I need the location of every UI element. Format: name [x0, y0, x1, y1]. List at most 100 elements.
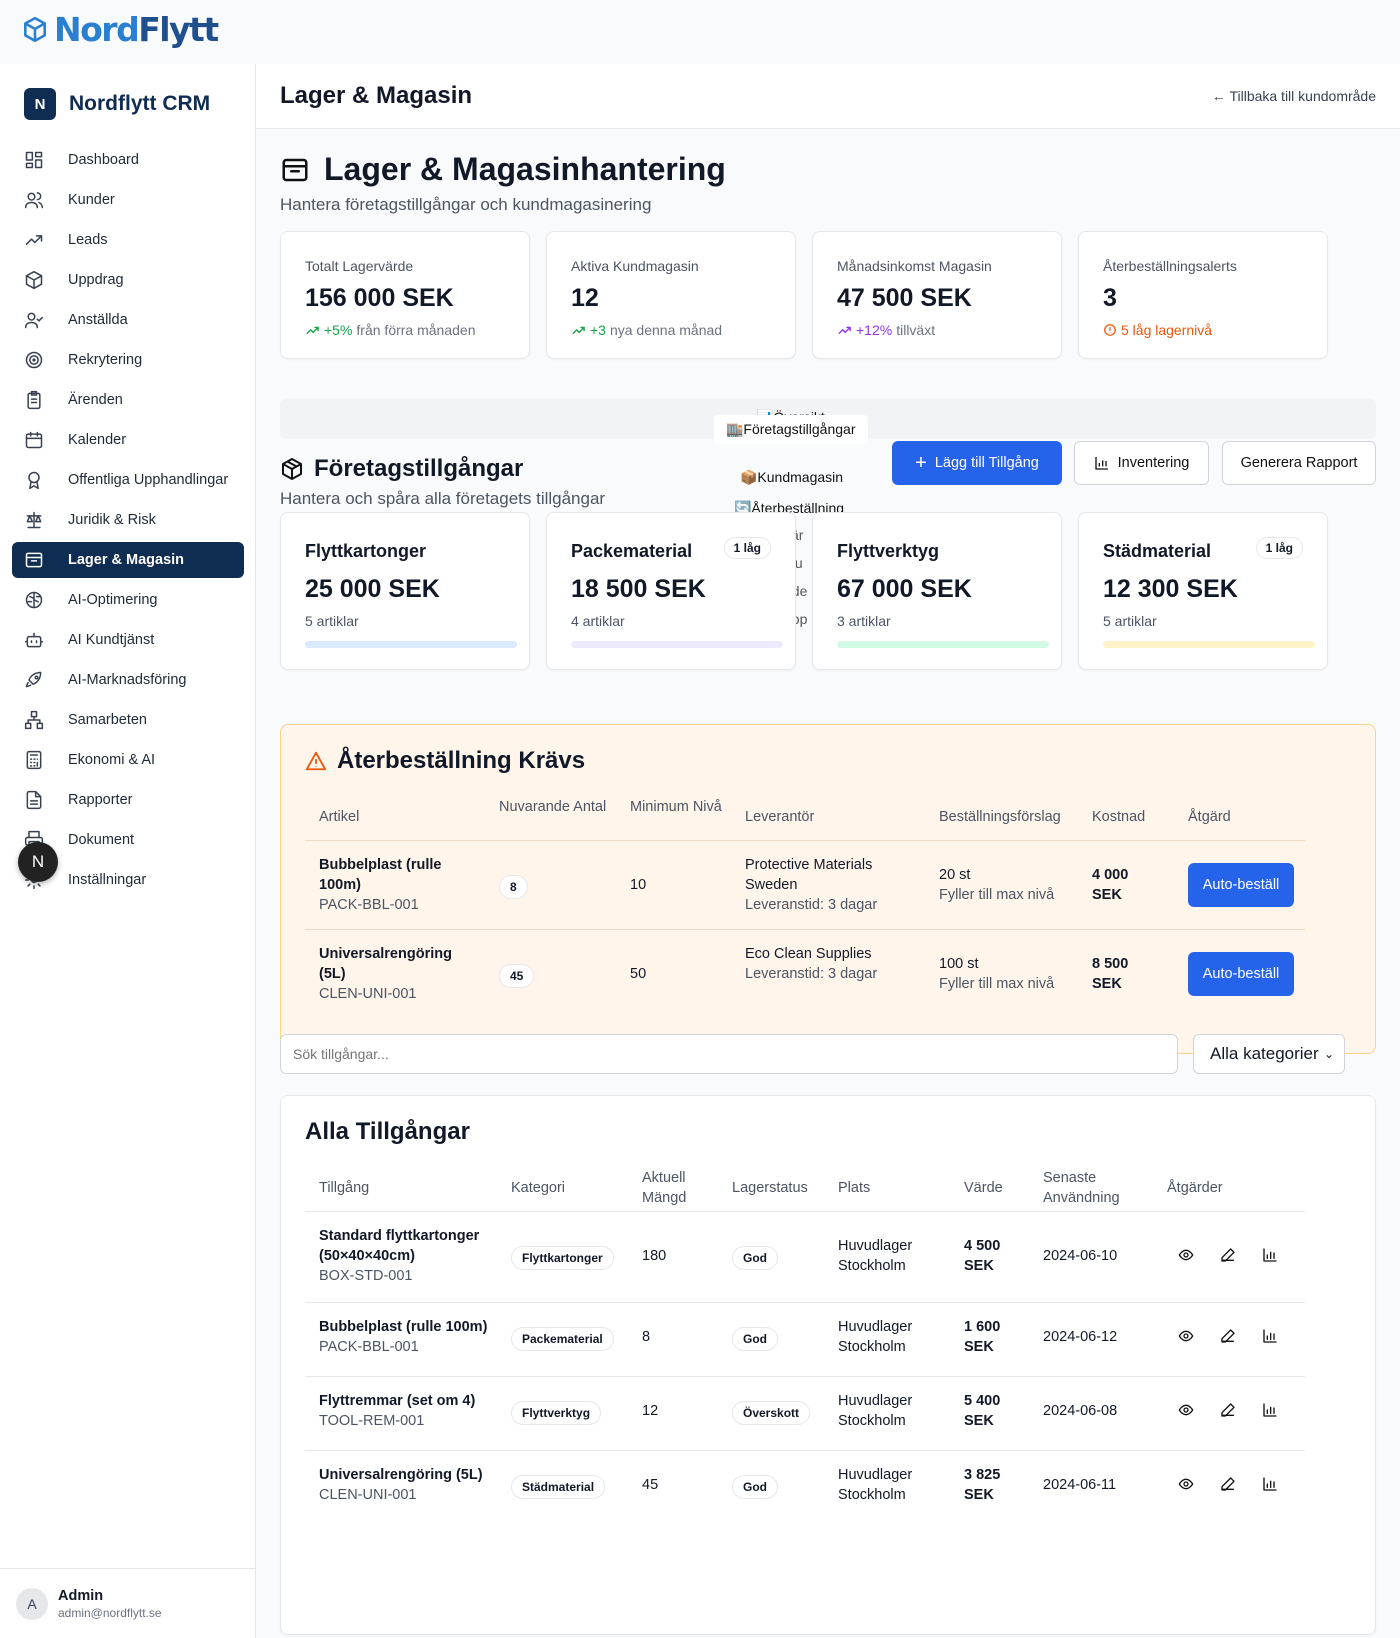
- sidebar-item-dashboard[interactable]: Dashboard: [12, 142, 244, 178]
- chevron-down-icon: ⌄: [1323, 1047, 1334, 1061]
- trending-up-icon: [571, 323, 586, 338]
- view-button[interactable]: [1178, 1247, 1196, 1265]
- add-asset-button[interactable]: + Lägg till Tillgång: [892, 441, 1062, 485]
- edit-button[interactable]: [1220, 1247, 1238, 1265]
- asset-sku: PACK-BBL-001: [319, 1339, 419, 1355]
- supplier: Eco Clean Supplies Leveranstid: 3 dagar: [745, 944, 905, 984]
- category-select-value: Alla kategorier: [1210, 1044, 1319, 1063]
- edit-button[interactable]: [1220, 1402, 1238, 1420]
- category-articles: 5 artiklar: [305, 613, 359, 629]
- sidebar-item-ekonomi-ai[interactable]: Ekonomi & AI: [12, 742, 244, 778]
- supplier-name: Eco Clean Supplies: [745, 946, 872, 962]
- trending-up-icon: [305, 323, 320, 338]
- edit-button[interactable]: [1220, 1476, 1238, 1494]
- sidebar-item-ai-kundtjanst[interactable]: AI Kundtjänst: [12, 622, 244, 658]
- avatar: A: [16, 1587, 48, 1620]
- sidebar-item-kalender[interactable]: Kalender: [12, 422, 244, 458]
- brand-badge: N: [24, 88, 56, 120]
- category-card[interactable]: Flyttkartonger 25 000 SEK 5 artiklar: [280, 512, 530, 670]
- sidebar-item-kunder[interactable]: Kunder: [12, 182, 244, 218]
- asset-item: Bubbelplast (rulle 100m) PACK-BBL-001: [319, 1317, 489, 1357]
- generate-report-button[interactable]: Generera Rapport: [1222, 441, 1376, 485]
- assets-header: Tillgång: [319, 1180, 370, 1196]
- kpi-delta: +5%: [324, 322, 353, 338]
- logo-text-flytt: Flytt: [138, 10, 219, 49]
- tab-foretagstillgangar[interactable]: 🏬Företagstillgångar: [714, 415, 868, 444]
- asset-sku: BOX-STD-001: [319, 1268, 413, 1284]
- sidebar-item-label: Lager & Magasin: [68, 552, 185, 568]
- sidebar-nav: Dashboard Kunder Leads Uppdrag Anställda Rekr…: [12, 142, 244, 902]
- category-name: Flyttkartonger: [305, 541, 427, 561]
- back-link[interactable]: ← Tillbaka till kundområde: [1212, 88, 1376, 104]
- sidebar-item-anstallda[interactable]: Anställda: [12, 302, 244, 338]
- inventory-button[interactable]: Inventering: [1074, 441, 1209, 485]
- kpi-delta: +3: [590, 322, 606, 338]
- stats-button[interactable]: [1262, 1402, 1280, 1420]
- sidebar-item-label: Kalender: [68, 432, 127, 448]
- category-card[interactable]: Städmaterial 12 300 SEK 5 artiklar 1 låg: [1078, 512, 1328, 670]
- kpi-change: 5 låg lagernivå: [1103, 322, 1212, 338]
- sidebar-item-label: Samarbeten: [68, 712, 147, 728]
- stats-button[interactable]: [1262, 1476, 1280, 1494]
- asset-place: Huvudlager Stockholm: [838, 1319, 913, 1355]
- last-used: 2024-06-11: [1043, 1477, 1117, 1493]
- sidebar-item-samarbeten[interactable]: Samarbeten: [12, 702, 244, 738]
- edit-button[interactable]: [1220, 1328, 1238, 1346]
- sidebar-item-lager-magasin[interactable]: Lager & Magasin: [12, 542, 244, 578]
- asset-qty: 12: [642, 1403, 659, 1419]
- reorder-title: Återbeställning Krävs: [337, 747, 586, 774]
- assets-header: Kategori: [511, 1180, 566, 1196]
- sidebar-item-arenden[interactable]: Ärenden: [12, 382, 244, 418]
- nordflytt-logo[interactable]: NordFlytt: [22, 10, 219, 49]
- sidebar-item-label: AI-Marknadsföring: [68, 672, 187, 688]
- floating-assistant-button[interactable]: N: [18, 842, 58, 882]
- divider: [305, 1211, 1305, 1212]
- brand[interactable]: N Nordflytt CRM: [24, 88, 210, 120]
- reorder-header: Nuvarande Antal: [499, 799, 607, 815]
- trending-up-icon: [24, 230, 56, 250]
- view-button[interactable]: [1178, 1476, 1196, 1494]
- pencil-icon: [1220, 1403, 1236, 1422]
- award-icon: [24, 470, 56, 490]
- category-value: 25 000 SEK: [305, 575, 440, 603]
- kpi-card: Aktiva Kundmagasin 12 +3 nya denna månad: [546, 231, 796, 359]
- sidebar-item-offentliga-upphandlingar[interactable]: Offentliga Upphandlingar: [12, 462, 244, 498]
- top-bar: NordFlytt: [0, 0, 1400, 64]
- sidebar-item-rekrytering[interactable]: Rekrytering: [12, 342, 244, 378]
- sidebar-item-juridik-risk[interactable]: Juridik & Risk: [12, 502, 244, 538]
- asset-qty: 8: [642, 1329, 651, 1345]
- sidebar-item-label: Ekonomi & AI: [68, 752, 156, 768]
- user-name: Admin: [58, 1587, 104, 1604]
- category-select[interactable]: Alla kategorier ⌄: [1193, 1034, 1345, 1074]
- sidebar-item-uppdrag[interactable]: Uppdrag: [12, 262, 244, 298]
- low-stock-badge: 1 låg: [723, 537, 771, 559]
- archive-icon: [24, 550, 56, 570]
- kpi-label: Totalt Lagervärde: [305, 258, 414, 274]
- reorder-header: Beställningsförslag: [939, 809, 1061, 825]
- sidebar-item-rapporter[interactable]: Rapporter: [12, 782, 244, 818]
- view-button[interactable]: [1178, 1402, 1196, 1420]
- category-card[interactable]: Packematerial 18 500 SEK 4 artiklar 1 låg: [546, 512, 796, 670]
- suggestion-note: Fyller till max nivå: [939, 887, 1055, 903]
- sidebar-item-label: Ärenden: [68, 392, 123, 408]
- search-input[interactable]: [280, 1034, 1178, 1074]
- tab-kundmagasin[interactable]: 📦Kundmagasin: [740, 469, 843, 486]
- page-title: Lager & Magasinhantering: [324, 151, 726, 187]
- item-name: Bubbelplast (rulle 100m): [319, 857, 442, 893]
- package-icon: [282, 458, 302, 480]
- sidebar-item-leads[interactable]: Leads: [12, 222, 244, 258]
- sidebar-item-ai-marknadsforing[interactable]: AI-Marknadsföring: [12, 662, 244, 698]
- asset-qty: 45: [642, 1477, 659, 1493]
- view-button[interactable]: [1178, 1328, 1196, 1346]
- stats-button[interactable]: [1262, 1247, 1280, 1265]
- user-profile[interactable]: A Admin admin@nordflytt.se: [0, 1568, 256, 1638]
- auto-order-button[interactable]: Auto-beställ: [1188, 952, 1294, 996]
- category-bar: [1103, 641, 1315, 648]
- category-value: 67 000 SEK: [837, 575, 972, 603]
- sidebar-item-ai-optimering[interactable]: AI-Optimering: [12, 582, 244, 618]
- stats-button[interactable]: [1262, 1328, 1280, 1346]
- category-card[interactable]: Flyttverktyg 67 000 SEK 3 artiklar: [812, 512, 1062, 670]
- generate-report-label: Generera Rapport: [1240, 455, 1358, 471]
- auto-order-button[interactable]: Auto-beställ: [1188, 863, 1294, 907]
- kpi-value: 47 500 SEK: [837, 284, 972, 312]
